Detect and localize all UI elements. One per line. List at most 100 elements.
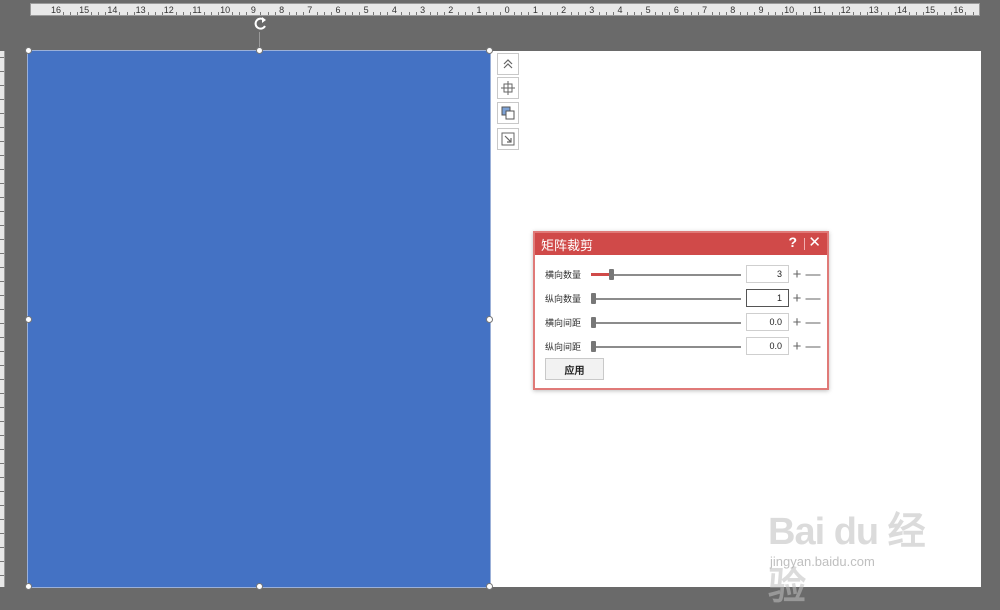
resize-handle-middle-right[interactable]: [486, 316, 493, 323]
ruler-label: 1: [533, 4, 538, 16]
ruler-tick: [183, 12, 184, 15]
slider-track[interactable]: [591, 346, 741, 348]
ruler-tick: [514, 12, 515, 15]
ruler-tick: [0, 127, 4, 128]
ruler-label: 7: [307, 4, 312, 16]
decrement-button[interactable]: —: [805, 313, 821, 331]
ruler-tick: [698, 12, 699, 15]
ruler-tick: [387, 12, 388, 15]
setting-row: 横向间距0.0+—: [543, 313, 819, 333]
align-center-button[interactable]: [497, 77, 519, 99]
ruler-label: 15: [79, 4, 89, 16]
ruler-tick: [472, 12, 473, 15]
dialog-title-bar[interactable]: 矩阵裁剪 ? ✕: [535, 233, 827, 255]
ruler-tick: [0, 267, 4, 268]
ruler-tick: [768, 12, 769, 15]
ruler-tick: [0, 379, 4, 380]
ruler-tick: [0, 365, 4, 366]
value-input[interactable]: 0.0: [746, 313, 789, 331]
resize-shape-button[interactable]: [497, 128, 519, 150]
ruler-tick: [162, 12, 163, 15]
ruler-tick: [0, 309, 4, 310]
ruler-tick: [0, 141, 4, 142]
ruler-tick: [669, 12, 670, 15]
increment-button[interactable]: +: [789, 337, 805, 355]
align-center-icon: [501, 81, 515, 95]
resize-handle-middle-left[interactable]: [25, 316, 32, 323]
help-icon[interactable]: ?: [788, 234, 797, 250]
ruler-tick: [0, 295, 4, 296]
ruler-tick: [578, 12, 579, 15]
ruler-tick: [324, 12, 325, 15]
ruler-label: 6: [335, 4, 340, 16]
ruler-tick: [204, 12, 205, 15]
ruler-tick: [550, 12, 551, 15]
ruler-label: 8: [279, 4, 284, 16]
decrement-button[interactable]: —: [805, 265, 821, 283]
ruler-tick: [0, 155, 4, 156]
watermark-url: jingyan.baidu.com: [770, 554, 875, 569]
ruler-tick: [0, 85, 4, 86]
ruler-tick: [331, 12, 332, 15]
ruler-tick: [119, 12, 120, 15]
ruler-tick: [944, 12, 945, 15]
ruler-label: 16: [51, 4, 61, 16]
title-separator: [804, 238, 805, 250]
ruler-tick: [712, 12, 713, 15]
increment-button[interactable]: +: [789, 265, 805, 283]
ruler-tick: [606, 12, 607, 15]
decrement-button[interactable]: —: [805, 289, 821, 307]
ruler-label: 7: [702, 4, 707, 16]
ruler-tick: [289, 12, 290, 15]
value-input[interactable]: 3: [746, 265, 789, 283]
ruler-tick: [218, 12, 219, 15]
ruler-tick: [409, 12, 410, 15]
horizontal-ruler: 1615141312111098765432101234567891011121…: [30, 3, 980, 16]
ruler-tick: [317, 12, 318, 15]
slider-thumb[interactable]: [591, 341, 596, 352]
ruler-tick: [458, 12, 459, 15]
ruler-tick: [0, 351, 4, 352]
rotate-icon[interactable]: [250, 15, 270, 33]
dialog-title: 矩阵裁剪: [541, 235, 593, 254]
ruler-label: 10: [220, 4, 230, 16]
ruler-tick: [747, 12, 748, 15]
bring-forward-icon: [501, 106, 515, 120]
resize-handle-top-middle[interactable]: [256, 47, 263, 54]
ruler-tick: [0, 211, 4, 212]
resize-handle-top-left[interactable]: [25, 47, 32, 54]
resize-handle-bottom-middle[interactable]: [256, 583, 263, 590]
ruler-tick: [275, 12, 276, 15]
ruler-tick: [0, 505, 4, 506]
ruler-tick: [641, 12, 642, 15]
ruler-tick: [373, 12, 374, 15]
ruler-tick: [655, 12, 656, 15]
slider-thumb[interactable]: [591, 317, 596, 328]
ruler-tick: [782, 12, 783, 15]
ruler-label: 14: [897, 4, 907, 16]
arrange-button[interactable]: [497, 102, 519, 124]
resize-handle-bottom-left[interactable]: [25, 583, 32, 590]
resize-handle-top-right[interactable]: [486, 47, 493, 54]
decrement-button[interactable]: —: [805, 337, 821, 355]
slider-thumb[interactable]: [609, 269, 614, 280]
ruler-tick: [0, 183, 4, 184]
ruler-tick: [521, 12, 522, 15]
ruler-tick: [0, 337, 4, 338]
slider-thumb[interactable]: [591, 293, 596, 304]
slider-track[interactable]: [591, 298, 741, 300]
layout-options-button[interactable]: [497, 53, 519, 75]
close-icon[interactable]: ✕: [808, 233, 821, 251]
ruler-tick: [726, 12, 727, 15]
value-input[interactable]: 1: [746, 289, 789, 307]
apply-button[interactable]: 应用: [545, 358, 604, 380]
ruler-label: 2: [448, 4, 453, 16]
ruler-label: 14: [107, 4, 117, 16]
slider-track[interactable]: [591, 322, 741, 324]
increment-button[interactable]: +: [789, 313, 805, 331]
selected-rectangle-shape[interactable]: [28, 51, 490, 587]
ruler-tick: [965, 12, 966, 15]
increment-button[interactable]: +: [789, 289, 805, 307]
value-input[interactable]: 0.0: [746, 337, 789, 355]
resize-handle-bottom-right[interactable]: [486, 583, 493, 590]
